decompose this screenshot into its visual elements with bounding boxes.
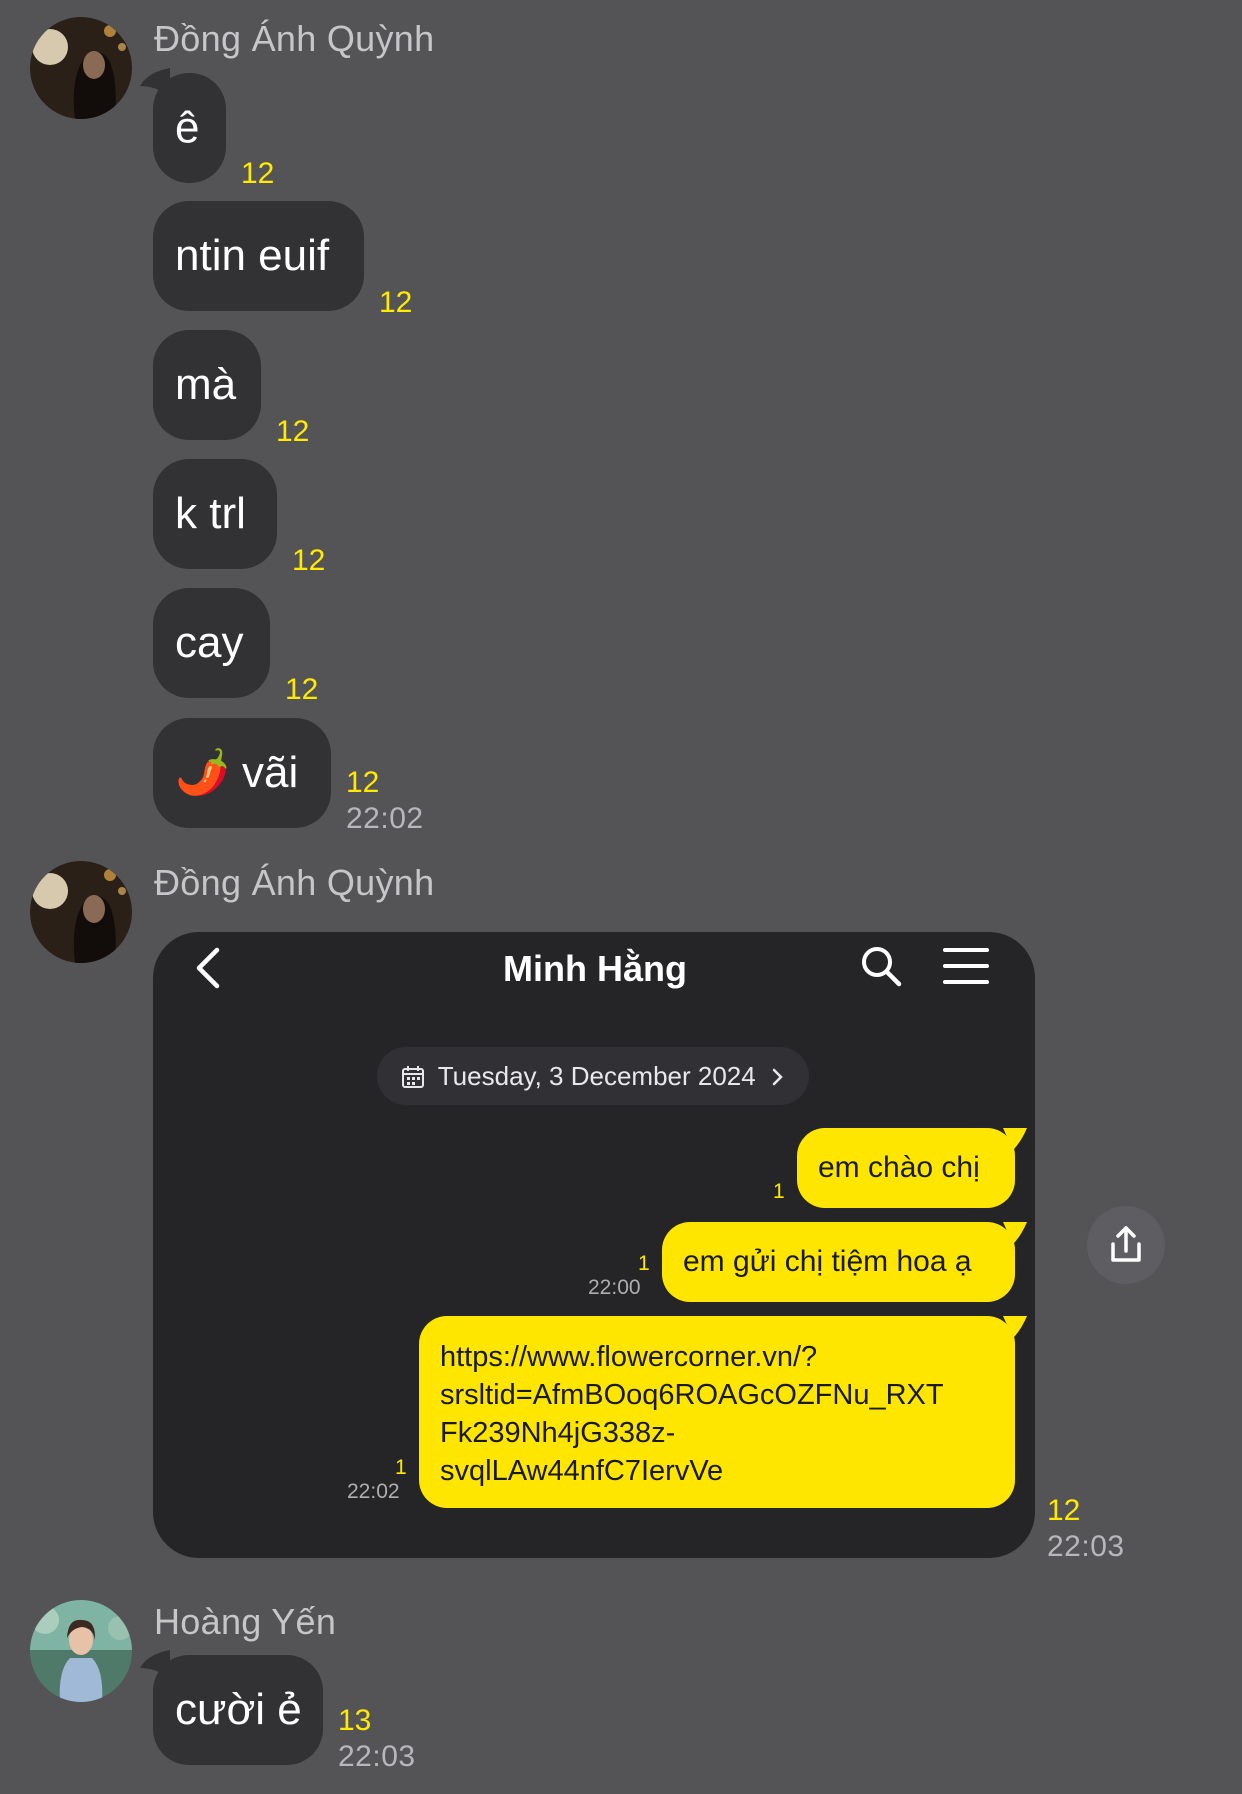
back-arrow-icon [196,947,220,989]
avatar[interactable] [30,1600,132,1702]
read-count: 13 [338,1704,372,1737]
sent-message-bubble: em gửi chị tiệm hoa ạ [662,1222,1015,1302]
read-count: 1 [638,1252,650,1275]
read-count: 12 [379,286,413,319]
read-count: 12 [276,415,310,448]
link-line: https://www.flowercorner.vn/? [440,1341,818,1373]
message-bubble[interactable]: ntin euif [153,201,364,311]
menu-icon [943,948,989,984]
calendar-icon [402,1066,424,1088]
search-icon [862,947,902,987]
message-bubble[interactable]: 🌶️ vãi [153,718,331,828]
read-count: 1 [395,1456,407,1479]
message-bubble[interactable]: cay [153,588,270,698]
message-bubble[interactable]: k trl [153,459,277,569]
avatar-photo [30,861,132,963]
read-count: 12 [292,544,326,577]
sender-name: Đồng Ánh Quỳnh [154,18,435,59]
message-time: 22:02 [347,1480,400,1503]
link-line: svqlLAw44nfC7IervVe [440,1455,724,1487]
sent-link-bubble: https://www.flowercorner.vn/? srsltid=Af… [419,1316,1015,1508]
sender-name: Hoàng Yến [154,1601,337,1642]
message-time: 22:00 [588,1276,641,1299]
image-message[interactable]: Minh Hằng Tuesday, 3 December 2024 em ch… [153,932,1035,1558]
read-count: 12 [346,766,380,799]
date-label: Tuesday, 3 December 2024 [437,1061,756,1091]
avatar[interactable] [30,17,132,119]
sent-message-bubble: em chào chị [797,1128,1015,1208]
message-bubble[interactable]: ê [153,73,226,183]
link-line: Fk239Nh4jG338z- [440,1417,676,1449]
message-bubble[interactable]: mà [153,330,261,440]
message-bubble[interactable]: cười ẻ [153,1655,323,1765]
read-count: 12 [285,673,319,706]
message-time: 22:03 [338,1740,416,1773]
avatar-photo [30,1600,132,1702]
date-chip: Tuesday, 3 December 2024 [377,1047,809,1105]
avatar-photo [30,17,132,119]
chevron-right-icon [772,1068,783,1086]
sender-name: Đồng Ánh Quỳnh [154,862,435,903]
message-time: 22:02 [346,802,424,835]
read-count: 12 [241,157,275,190]
chat-title: Minh Hằng [503,948,687,989]
share-button[interactable] [1087,1206,1165,1284]
link-line: srsltid=AfmBOoq6ROAGcOZFNu_RXT [440,1379,944,1411]
read-count: 1 [773,1180,785,1203]
avatar[interactable] [30,861,132,963]
read-count: 12 [1047,1494,1081,1527]
message-time: 22:03 [1047,1530,1125,1563]
share-icon [1111,1226,1141,1262]
